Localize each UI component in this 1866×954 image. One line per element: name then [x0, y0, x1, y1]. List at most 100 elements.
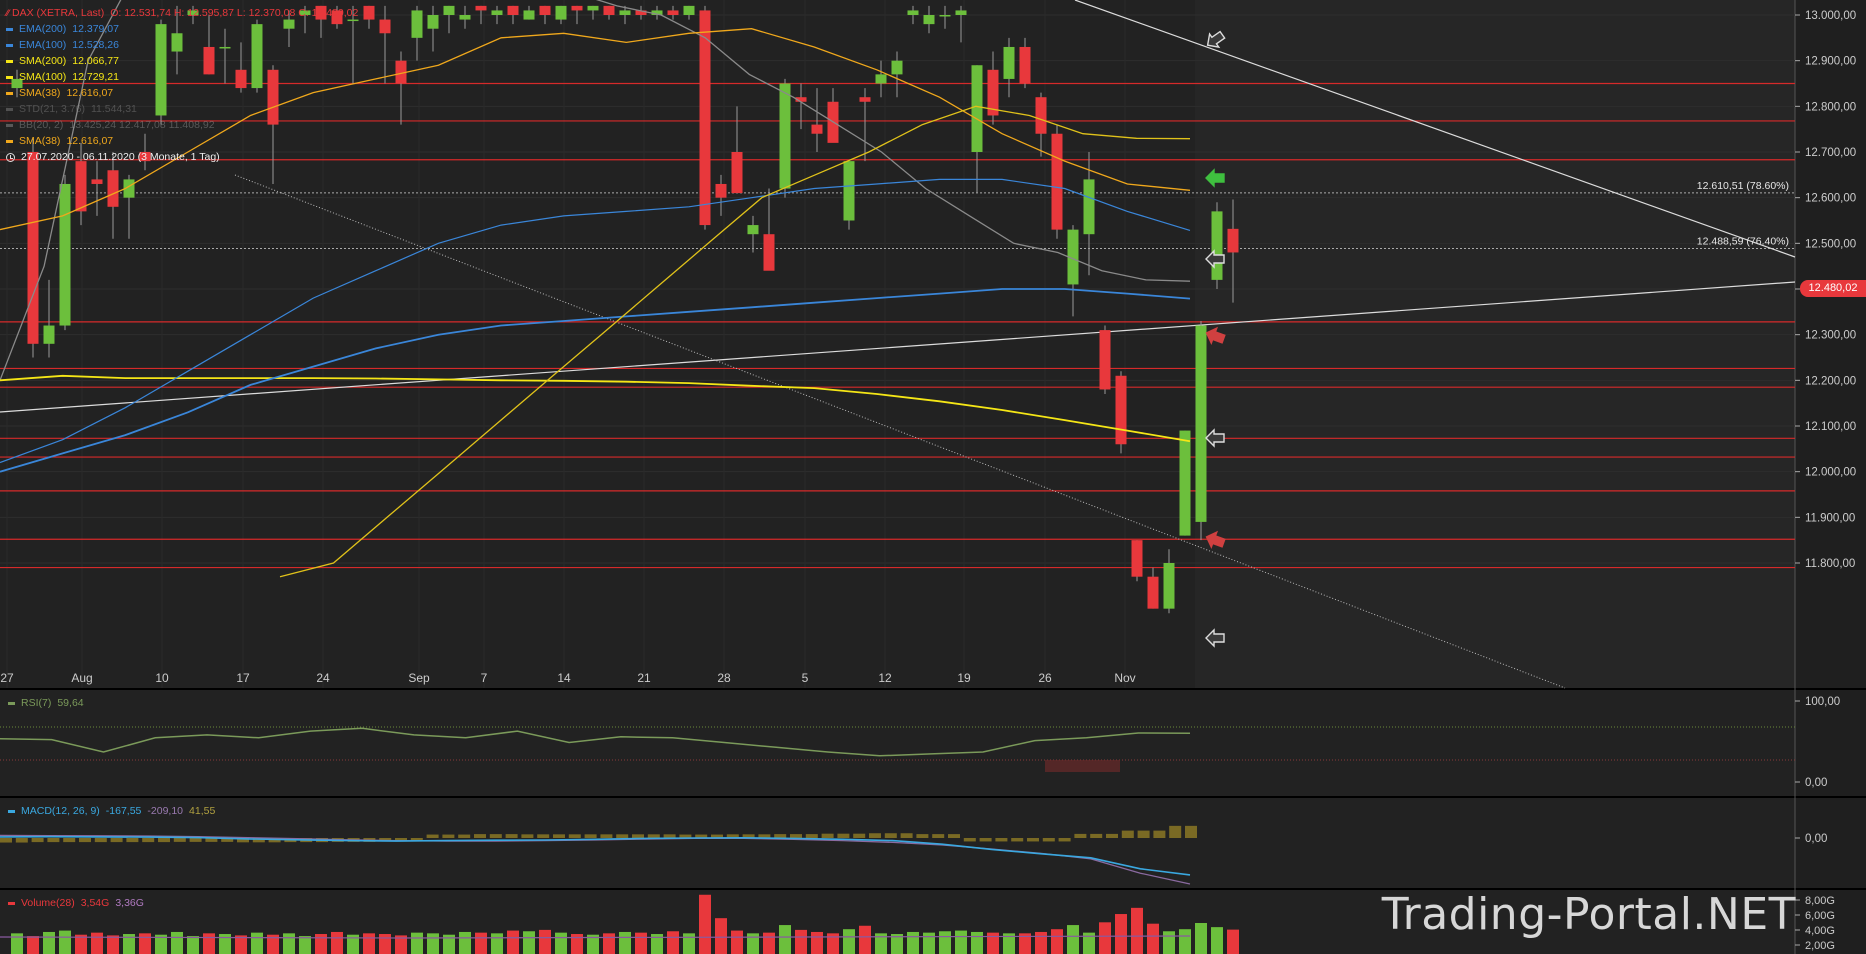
- volume-bar: [603, 933, 615, 954]
- rsi-oversold-fill: [1045, 760, 1120, 772]
- macd-histogram-bar: [1137, 830, 1150, 838]
- indicator-swatch: [6, 75, 13, 79]
- indicator-value: 13.425,24 12.417,08 11.408,92: [69, 119, 215, 131]
- volume-label: Volume(28): [21, 897, 75, 909]
- volume-bar: [171, 931, 183, 954]
- candle-body-down: [731, 152, 743, 194]
- range-row: 27.07.2020 - 06.11.2020 (3 Monate, 1 Tag…: [6, 149, 358, 165]
- macd-histogram-bar: [1058, 838, 1071, 842]
- macd-histogram-bar: [963, 838, 976, 842]
- candle-body-up: [779, 83, 791, 189]
- candle-body-down: [539, 5, 551, 15]
- macd-histogram-bar: [63, 838, 76, 843]
- candle-body-up: [587, 5, 599, 11]
- macd-histogram-bar: [916, 834, 929, 838]
- indicator-swatch: [6, 123, 13, 127]
- price-tick-label: 12.700,00: [1805, 147, 1856, 159]
- indicator-value: 12.528,26: [72, 39, 119, 51]
- macd-histogram-bar: [1121, 830, 1134, 838]
- header-row: ⁄⁄ DAX (XETRA, Last) O: 12.531,74 H: 12.…: [6, 5, 358, 21]
- volume-bar: [203, 933, 215, 954]
- indicator-name: SMA(100): [19, 71, 67, 83]
- volume-bar: [363, 933, 375, 954]
- candle-body-up: [1211, 211, 1223, 280]
- price-tick-label: 12.800,00: [1805, 101, 1856, 113]
- indicator-name: EMA(100): [19, 39, 67, 51]
- indicator-name: BB(20, 2): [19, 119, 64, 131]
- macd-histogram-bar: [1042, 838, 1055, 842]
- indicator-row[interactable]: EMA(200) 12.379,07: [6, 21, 358, 37]
- indicator-row[interactable]: SMA(100) 12.729,21: [6, 69, 358, 85]
- volume-bar: [91, 932, 103, 954]
- volume-bar: [731, 930, 743, 954]
- volume-bar: [1211, 927, 1223, 954]
- indicator-value: 12.616,07: [66, 87, 114, 99]
- indicator-row[interactable]: SMA(38) 12.616,07: [6, 133, 358, 149]
- indicator-value: 11.544,31: [90, 103, 137, 115]
- date-tick-label: 14: [557, 671, 571, 685]
- indicator-swatch: [6, 43, 13, 47]
- date-tick-label: 24: [316, 671, 330, 685]
- date-tick-label: 17: [236, 671, 250, 685]
- candle-body-up: [923, 15, 935, 25]
- macd-legend: MACD(12, 26, 9) -167,55 -209,10 41,55: [8, 805, 215, 817]
- candle-body-down: [571, 5, 583, 11]
- volume-bar: [779, 925, 791, 954]
- indicator-row[interactable]: SMA(38) 12.616,07: [6, 85, 358, 101]
- indicator-value: 12.379,07: [72, 23, 119, 35]
- volume-bar: [187, 936, 199, 954]
- indicator-name: EMA(200): [19, 23, 67, 35]
- macd-histogram-bar: [0, 838, 12, 843]
- macd-histogram-bar: [1185, 825, 1197, 838]
- candle-body-up: [1003, 46, 1015, 79]
- volume-bar: [555, 932, 567, 954]
- volume-bar: [987, 932, 999, 954]
- macd-histogram-bar: [458, 834, 471, 838]
- candle-body-down: [667, 10, 679, 15]
- volume-bar: [411, 932, 423, 954]
- volume-bar: [251, 932, 263, 954]
- volume-bar: [619, 931, 631, 954]
- indicator-row[interactable]: EMA(100) 12.528,26: [6, 37, 358, 53]
- price-tick-label: 11.900,00: [1805, 512, 1855, 524]
- main-panel-right-shade: [1195, 0, 1795, 688]
- macd-histogram-bar: [553, 834, 565, 838]
- volume-axis-label: 8,00G: [1805, 895, 1835, 907]
- volume-bar: [859, 925, 871, 954]
- macd-v3: 41,55: [189, 805, 216, 817]
- macd-histogram-bar: [15, 838, 28, 843]
- price-tick-label: 12.900,00: [1805, 56, 1856, 68]
- price-tick-label: 12.600,00: [1805, 193, 1856, 205]
- indicator-swatch: [6, 27, 13, 31]
- date-tick-label: 19: [957, 671, 971, 685]
- candle-body-up: [427, 15, 439, 29]
- indicator-row[interactable]: BB(20, 2) 13.425,24 12.417,08 11.408,92: [6, 117, 358, 133]
- dax-logo-icon: ⁄⁄: [6, 8, 10, 18]
- volume-bar: [667, 931, 679, 954]
- indicator-swatch: [6, 139, 13, 143]
- volume-bar: [1067, 925, 1079, 954]
- candle-body-down: [1131, 540, 1143, 577]
- macd-histogram-bar: [489, 834, 502, 838]
- candle-body-up: [971, 65, 983, 152]
- rsi-swatch: [8, 701, 15, 705]
- candle-body-up: [443, 5, 455, 15]
- indicator-row[interactable]: SMA(200) 12.066,77: [6, 53, 358, 69]
- volume-bar: [811, 931, 823, 954]
- candle-body-down: [91, 179, 103, 184]
- macd-label: MACD(12, 26, 9): [21, 805, 100, 817]
- date-tick-label: 27: [0, 671, 14, 685]
- macd-histogram-bar: [837, 833, 850, 838]
- volume-bar: [427, 933, 439, 954]
- macd-histogram-bar: [568, 834, 581, 838]
- macd-histogram-bar: [173, 838, 186, 842]
- macd-histogram-bar: [900, 833, 913, 838]
- candle-body-down: [363, 5, 375, 20]
- macd-histogram-bar: [31, 838, 44, 843]
- candle-body-down: [1099, 330, 1111, 390]
- indicator-name: SMA(38): [19, 87, 61, 99]
- macd-histogram-bar: [616, 834, 629, 838]
- volume-bar: [283, 933, 295, 954]
- date-tick-label: Nov: [1114, 671, 1135, 685]
- indicator-row[interactable]: STD(21, 3.76) 11.544,31: [6, 101, 358, 117]
